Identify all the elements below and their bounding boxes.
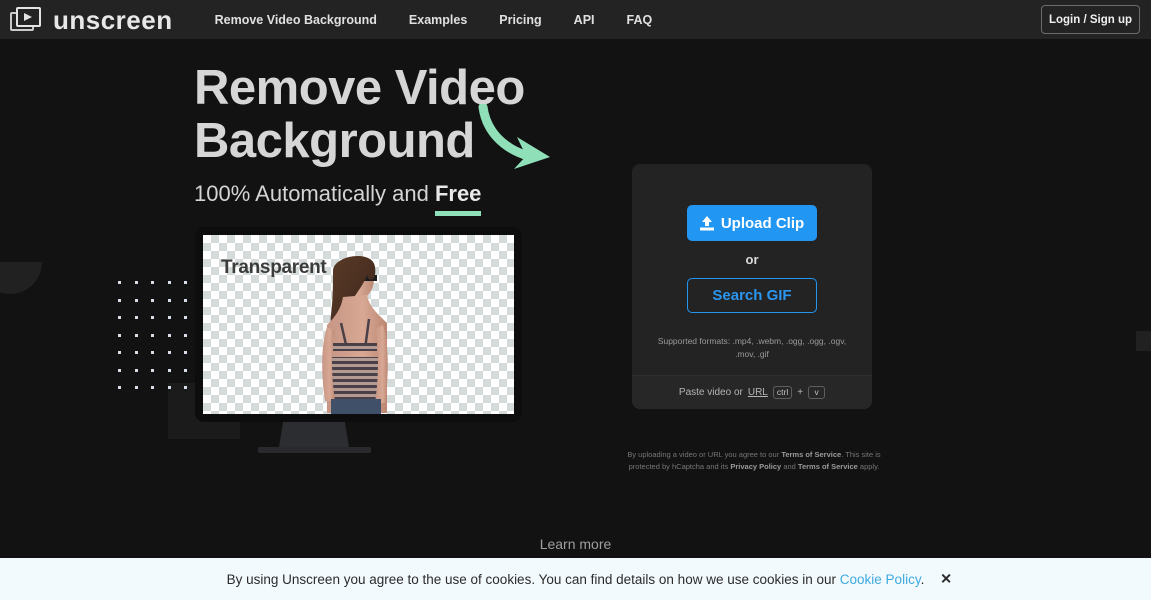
decor-dot — [118, 368, 121, 372]
privacy-policy-link[interactable]: Privacy Policy — [730, 462, 781, 471]
supported-formats-text: Supported formats: .mp4, .webm, .ogg, .o… — [657, 336, 847, 360]
decor-dot — [118, 333, 121, 337]
decor-semicircle — [0, 262, 42, 294]
subtitle-prefix: 100% Automatically and — [194, 181, 435, 206]
nav-link-pricing[interactable]: Pricing — [499, 13, 541, 27]
video-play-stack-icon — [10, 6, 44, 33]
upload-clip-button[interactable]: Upload Clip — [687, 205, 817, 241]
decor-dot — [184, 298, 187, 302]
terms-part4: apply. — [857, 462, 880, 472]
monitor-stand-neck — [279, 422, 349, 447]
paste-prefix-label: Paste video or — [678, 387, 743, 398]
decor-dot — [118, 298, 121, 302]
decor-dot — [184, 281, 187, 284]
terms-part3: and — [781, 462, 798, 472]
decor-dot-grid — [118, 281, 194, 391]
page-title-line2: Background — [194, 114, 475, 169]
page-title-line1: Remove Video — [194, 61, 525, 115]
brand-logo[interactable]: unscreen — [10, 4, 173, 35]
page-title: Remove Video Background — [194, 61, 624, 169]
close-icon[interactable]: ✕ — [936, 567, 956, 592]
cookie-banner-text: By using Unscreen you agree to the use o… — [227, 572, 925, 587]
decor-dot — [134, 281, 138, 284]
decor-dot — [167, 386, 171, 389]
monitor-stand-base — [258, 447, 371, 453]
decor-dot — [184, 351, 187, 354]
nav-links: Remove Video Background Examples Pricing… — [215, 13, 685, 27]
cookie-text-before: By using Unscreen you agree to the use o… — [226, 571, 840, 587]
paste-url-link[interactable]: URL — [748, 387, 768, 398]
decor-dot — [167, 298, 171, 302]
or-divider-label: or — [745, 252, 759, 267]
login-signup-button[interactable]: Login / Sign up — [1041, 5, 1140, 34]
cookie-consent-banner: By using Unscreen you agree to the use o… — [0, 558, 1151, 600]
cookie-text-after: . — [920, 571, 925, 587]
nav-link-faq[interactable]: FAQ — [627, 13, 653, 27]
nav-link-examples[interactable]: Examples — [409, 13, 467, 27]
learn-more-link[interactable]: Learn more — [0, 536, 1151, 552]
paste-url-footer: Paste video or URL ctrl + v — [632, 375, 872, 409]
nav-link-api[interactable]: API — [574, 13, 595, 27]
decor-dot — [167, 351, 171, 354]
decor-dot — [118, 281, 121, 284]
curved-arrow-icon — [478, 104, 550, 169]
monitor-frame: Transparent — [195, 227, 522, 422]
upload-icon — [699, 215, 714, 230]
decor-dot — [184, 368, 187, 372]
key-plus: + — [797, 387, 804, 398]
decor-dot — [118, 386, 121, 389]
decor-dot — [134, 298, 138, 302]
search-gif-button[interactable]: Search GIF — [687, 278, 817, 313]
brand-name: unscreen — [53, 4, 173, 35]
key-v: v — [808, 386, 826, 399]
page-root: unscreen Remove Video Background Example… — [0, 0, 1151, 600]
decor-dot — [184, 386, 187, 389]
decor-dot — [151, 333, 154, 337]
decor-dot — [167, 333, 171, 337]
monitor-mockup: Transparent — [195, 227, 522, 453]
person-photo — [322, 255, 388, 414]
terms-disclaimer: By uploading a video or URL you agree to… — [620, 449, 888, 474]
decor-dot — [151, 281, 154, 284]
upload-card: Upload Clip or Search GIF Supported form… — [632, 164, 872, 409]
decor-dot — [134, 316, 138, 319]
decor-square-right — [1136, 331, 1151, 351]
decor-dot — [151, 368, 154, 372]
decor-dot — [167, 368, 171, 372]
subtitle-highlight: Free — [434, 181, 482, 206]
decor-dot — [134, 386, 138, 389]
decor-dot — [118, 351, 121, 354]
key-ctrl: ctrl — [772, 386, 793, 399]
upload-card-body: Upload Clip or Search GIF Supported form… — [632, 164, 872, 375]
terms-of-service-link-1[interactable]: Terms of Service — [781, 450, 841, 459]
decor-dot — [184, 316, 187, 319]
upload-clip-label: Upload Clip — [720, 214, 805, 232]
decor-dot — [167, 281, 171, 284]
terms-of-service-link-2[interactable]: Terms of Service — [798, 462, 858, 471]
page-subtitle: 100% Automatically and Free — [194, 181, 481, 207]
cookie-policy-link[interactable]: Cookie Policy — [840, 572, 921, 587]
decor-dot — [184, 333, 187, 337]
transparent-checkerboard-preview: Transparent — [203, 235, 514, 414]
decor-dot — [151, 298, 154, 302]
nav-link-remove-video-background[interactable]: Remove Video Background — [215, 13, 377, 27]
decor-dot — [134, 351, 138, 354]
decor-dot — [167, 316, 171, 319]
decor-dot — [134, 333, 138, 337]
decor-dot — [151, 386, 154, 389]
top-navbar: unscreen Remove Video Background Example… — [0, 0, 1151, 39]
decor-dot — [151, 351, 154, 354]
terms-part1: By uploading a video or URL you agree to… — [627, 450, 782, 459]
decor-dot — [151, 316, 154, 319]
decor-dot — [134, 368, 138, 372]
decor-dot — [118, 316, 121, 319]
